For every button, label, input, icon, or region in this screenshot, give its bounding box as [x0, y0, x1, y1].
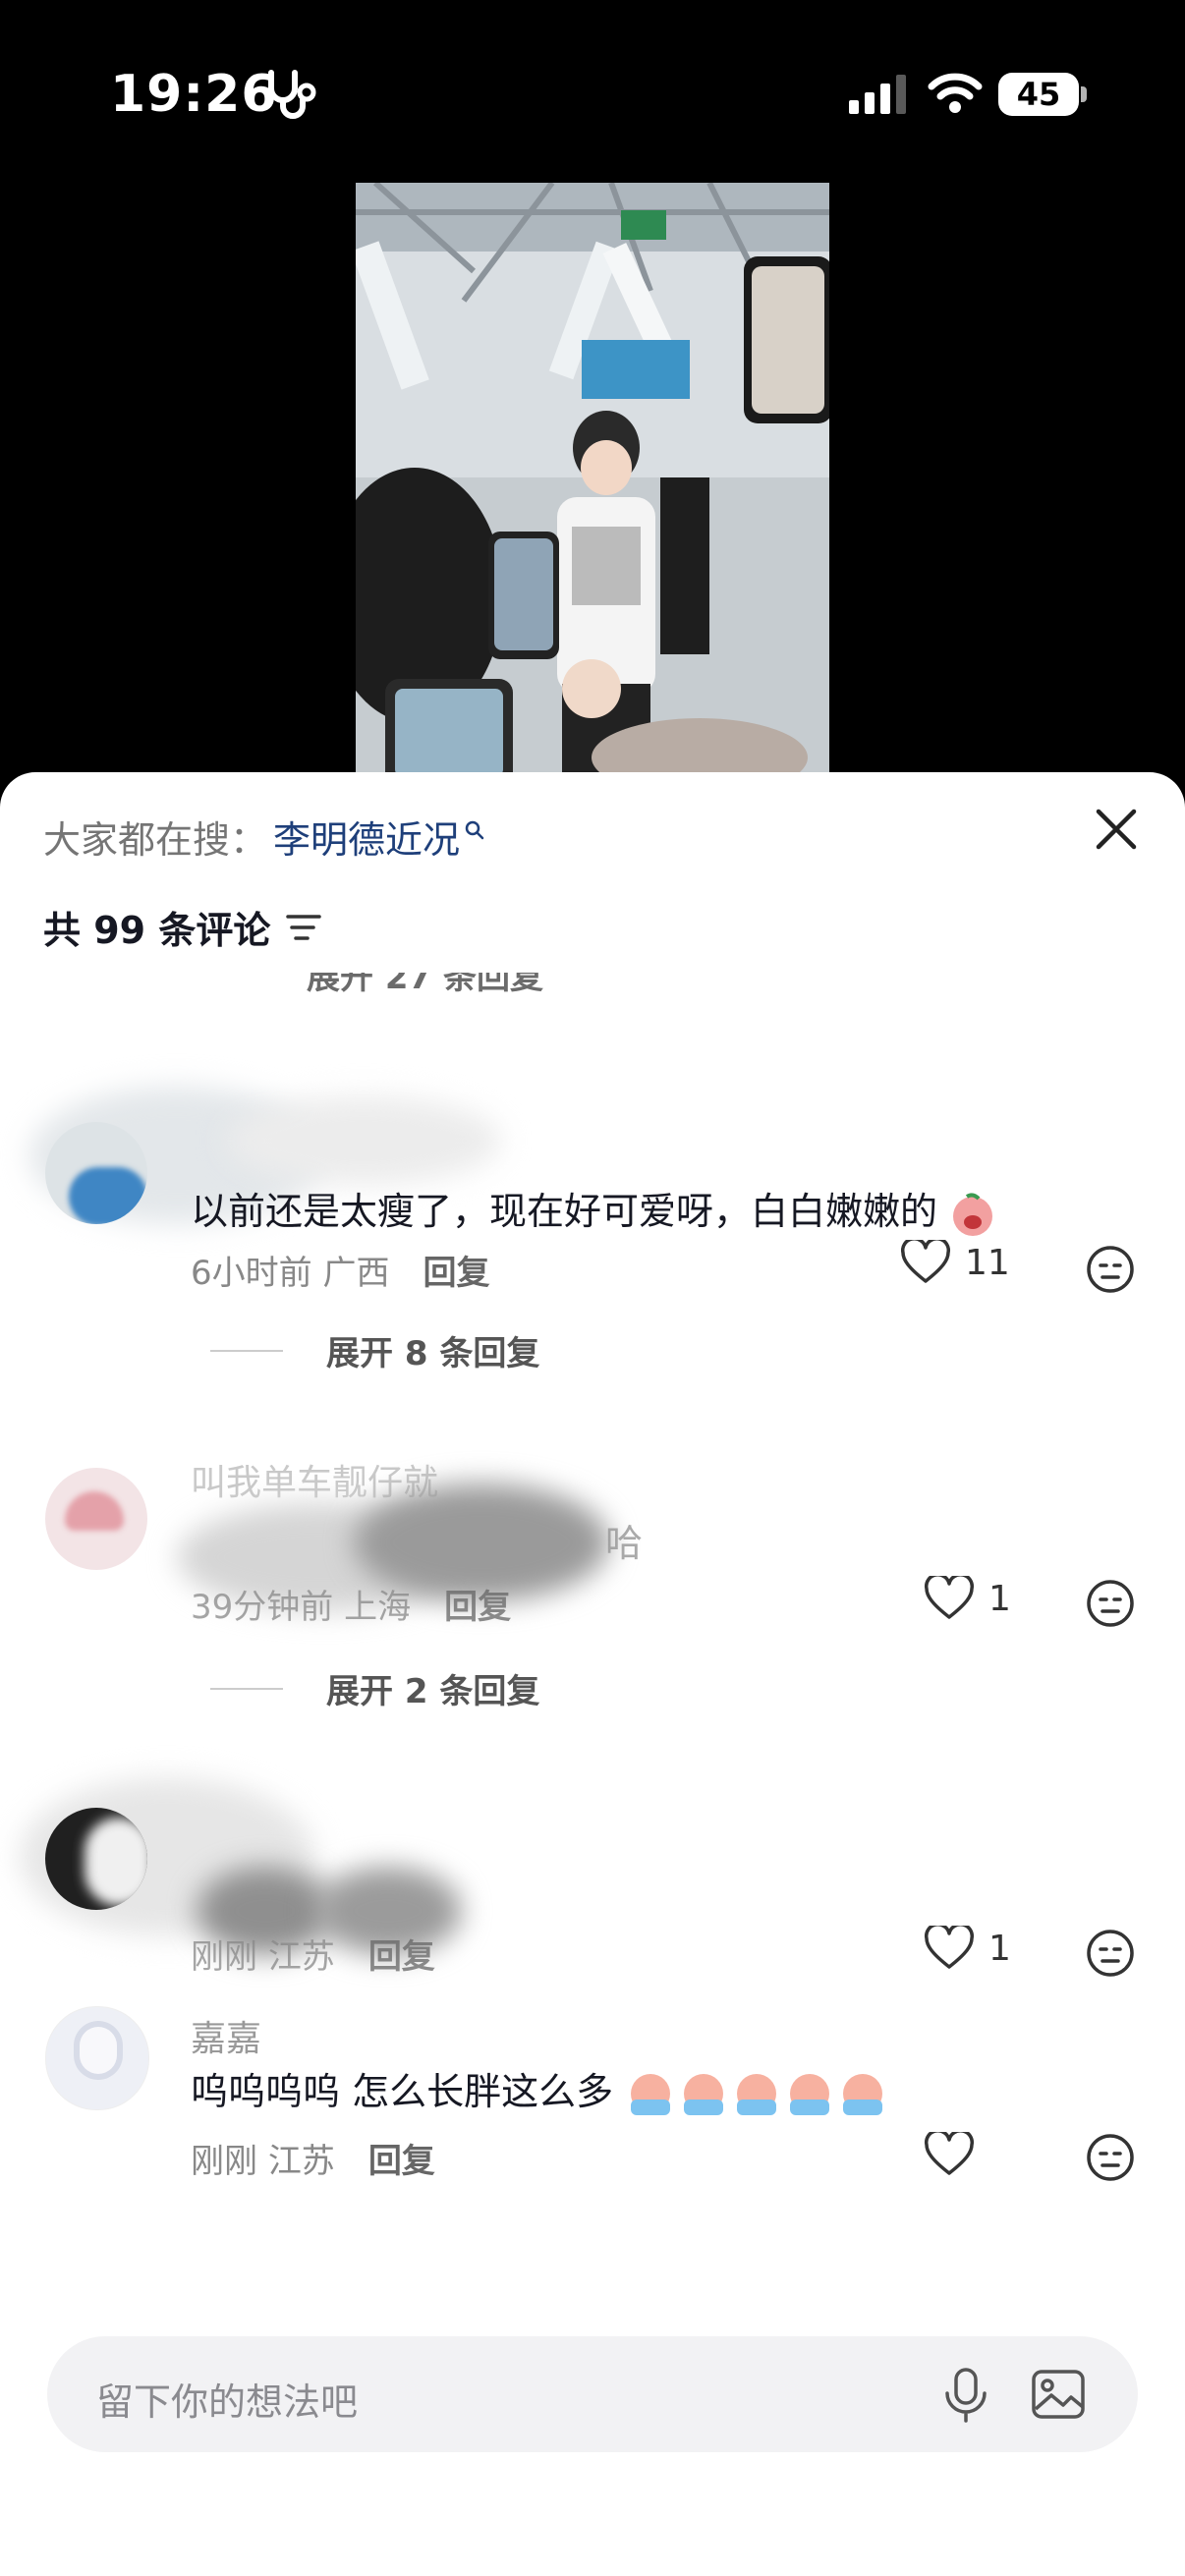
- comment-input[interactable]: 留下你的想法吧: [47, 2336, 1138, 2452]
- mic-icon[interactable]: [941, 2366, 990, 2425]
- comment-time: 39分钟前: [191, 1588, 334, 1627]
- search-small-icon: [465, 820, 484, 839]
- avatar[interactable]: [45, 2006, 149, 2110]
- dislike-face-icon[interactable]: [1085, 2132, 1136, 2183]
- comment-time: 刚刚: [191, 2142, 257, 2181]
- divider-line: [210, 1687, 283, 1690]
- like-count: 11: [965, 1242, 1010, 1283]
- heart-icon: [924, 1926, 975, 1969]
- like-button[interactable]: 11: [900, 1240, 1010, 1285]
- expand-replies[interactable]: 展开 8 条回复: [210, 1326, 539, 1374]
- reply-button[interactable]: 回复: [444, 1580, 511, 1628]
- reply-button[interactable]: 回复: [368, 1930, 435, 1978]
- avatar[interactable]: [45, 1468, 147, 1570]
- expand-replies[interactable]: 展开 2 条回复: [210, 1664, 539, 1712]
- signal-icon: [849, 75, 906, 114]
- comment-location: 广西: [322, 1254, 390, 1293]
- comment-meta: 6小时前 广西 回复: [191, 1246, 489, 1294]
- status-time: 19:26: [110, 65, 278, 124]
- like-button[interactable]: 1: [924, 1576, 1011, 1621]
- filter-icon[interactable]: [284, 911, 323, 944]
- comment-meta: 刚刚 江苏 回复: [191, 1930, 435, 1978]
- peach-emoji-icon: [625, 2070, 890, 2115]
- like-button[interactable]: [924, 2132, 975, 2177]
- avatar[interactable]: [45, 1122, 147, 1224]
- like-button[interactable]: 1: [924, 1926, 1011, 1971]
- comment-count: 共 99 条评论: [43, 909, 271, 952]
- comment-sheet: 大家都在搜： 李明德近况 共 99 条评论 展开 27 条回复 以前还是太瘦了，…: [0, 772, 1185, 2576]
- comment-time: 6小时前: [191, 1254, 312, 1293]
- comment-time: 刚刚: [191, 1937, 257, 1977]
- expand-replies-label: 展开 2 条回复: [326, 1672, 540, 1711]
- avatar[interactable]: [45, 1808, 147, 1910]
- image-icon[interactable]: [1030, 2366, 1087, 2423]
- search-hint-term[interactable]: 李明德近况: [273, 810, 460, 864]
- search-hint-label: 大家都在搜：: [43, 818, 268, 862]
- stethoscope-icon: [268, 70, 316, 119]
- comment-meta: 刚刚 江苏 回复: [191, 2134, 435, 2182]
- battery-icon: 45: [998, 73, 1079, 116]
- divider-line: [210, 1349, 283, 1352]
- heart-icon: [924, 1576, 975, 1619]
- comment-count-row: 共 99 条评论: [43, 900, 323, 954]
- heart-icon: [924, 2132, 975, 2175]
- dislike-face-icon[interactable]: [1085, 1578, 1136, 1629]
- comment-location: 上海: [344, 1588, 412, 1627]
- wifi-icon: [928, 73, 983, 113]
- video-frame: [356, 183, 829, 772]
- blur-overlay: [226, 1096, 501, 1185]
- like-count: 1: [988, 1578, 1011, 1619]
- comment-username[interactable]: 嘉嘉: [191, 2010, 261, 2061]
- peach-emoji-icon: [953, 1192, 993, 1236]
- like-count: 1: [988, 1928, 1011, 1969]
- comment-location: 江苏: [267, 1937, 335, 1977]
- dislike-face-icon[interactable]: [1085, 1928, 1136, 1979]
- close-icon[interactable]: [1089, 802, 1144, 857]
- comment-input-placeholder: 留下你的想法吧: [96, 2380, 359, 2424]
- search-suggestion[interactable]: 大家都在搜： 李明德近况: [43, 810, 485, 864]
- comment-location: 江苏: [267, 2142, 335, 2181]
- battery-tip: [1081, 86, 1087, 102]
- dislike-face-icon[interactable]: [1085, 1244, 1136, 1295]
- partial-expand-replies[interactable]: 展开 27 条回复: [307, 973, 601, 1000]
- comment-text: 哈: [605, 1522, 644, 1565]
- expand-replies-label: 展开 8 条回复: [326, 1334, 540, 1373]
- reply-button[interactable]: 回复: [423, 1246, 489, 1294]
- video-preview[interactable]: [356, 183, 829, 772]
- comment-text: 以前还是太瘦了，现在好可爱呀，白白嫩嫩的: [191, 1181, 996, 1238]
- heart-icon: [900, 1240, 951, 1283]
- reply-button[interactable]: 回复: [368, 2134, 435, 2182]
- comment-text: 呜呜呜呜 怎么长胖这么多: [191, 2061, 890, 2121]
- status-bar: 19:26 45: [0, 0, 1185, 182]
- comment-meta: 39分钟前 上海 回复: [191, 1580, 511, 1628]
